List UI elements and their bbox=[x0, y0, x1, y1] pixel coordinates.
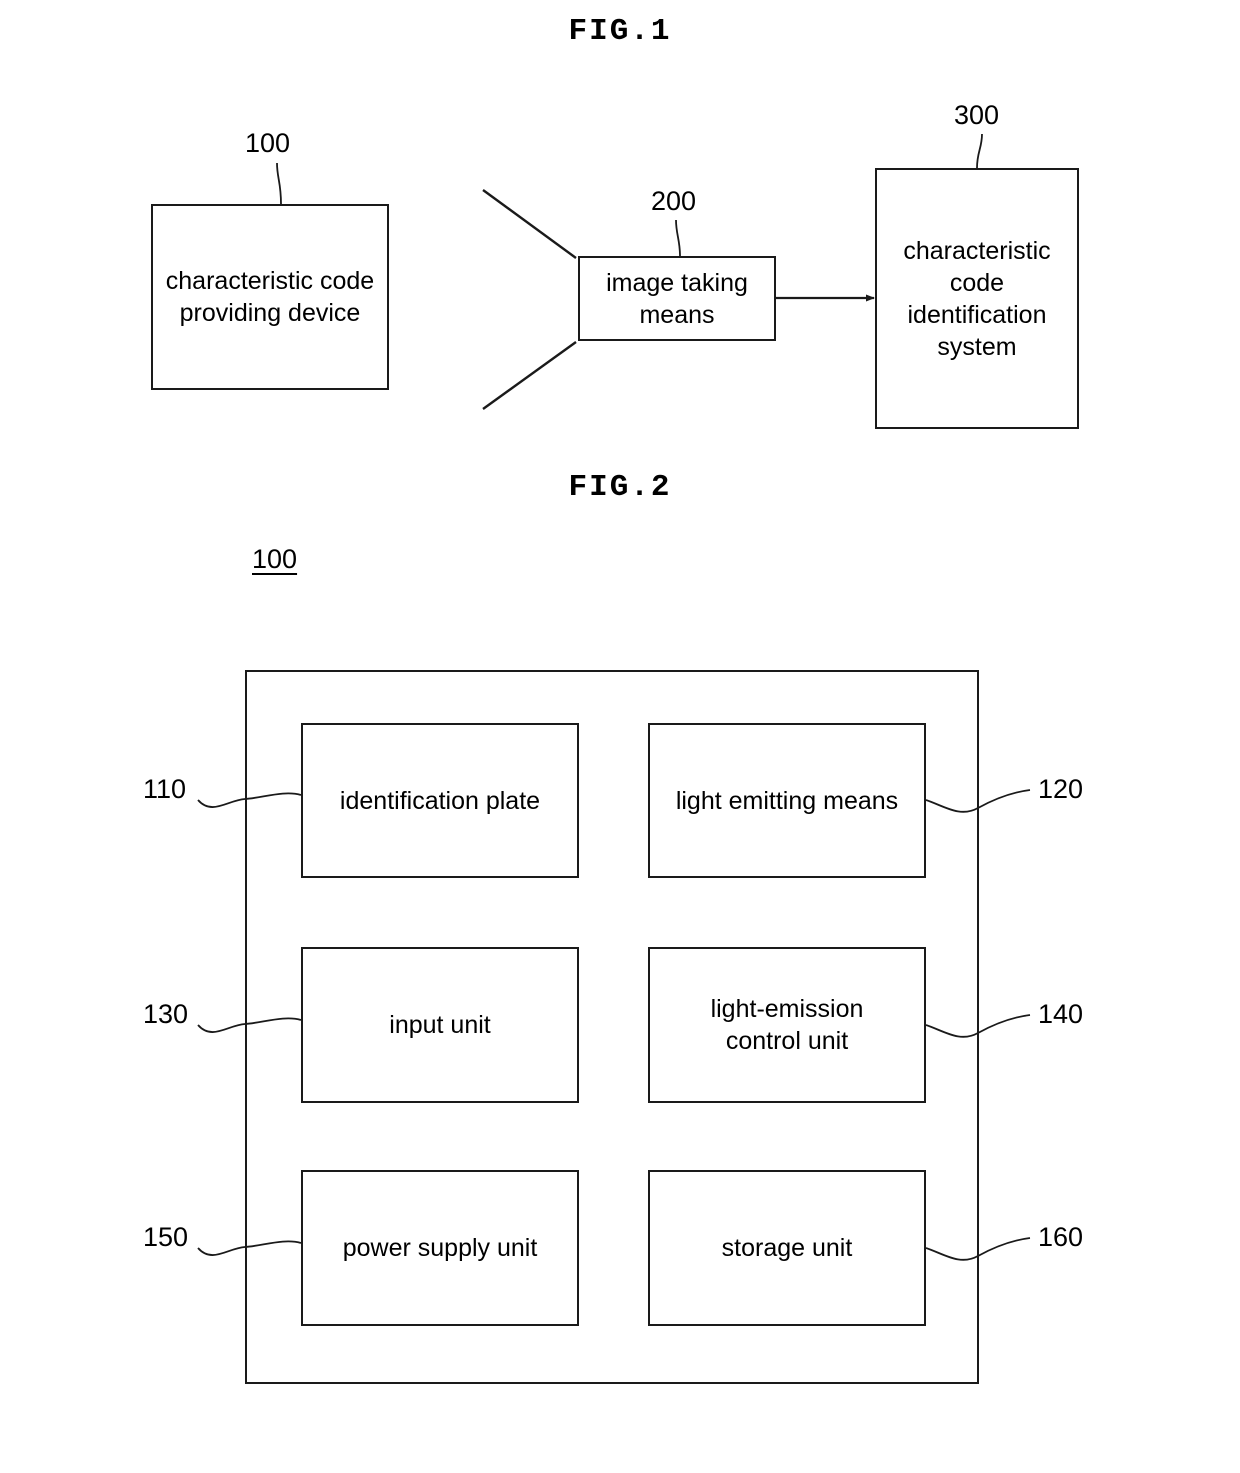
reference-numeral-300: 300 bbox=[954, 100, 1000, 130]
leader-line-100 bbox=[276, 162, 282, 205]
patent-drawing-sheet: FIG.1 characteristic code providing devi… bbox=[0, 0, 1240, 1473]
field-of-view-line-upper bbox=[482, 189, 577, 259]
block-light-emission-control-unit: light-emission control unit bbox=[648, 947, 926, 1103]
block-identification-plate: identification plate bbox=[301, 723, 579, 878]
block-light-emitting-means: light emitting means bbox=[648, 723, 926, 878]
block-power-supply-unit: power supply unit bbox=[301, 1170, 579, 1326]
block-label-160: storage unit bbox=[721, 1234, 853, 1262]
leader-line-200 bbox=[675, 219, 681, 257]
reference-numeral-130: 130 bbox=[143, 999, 189, 1029]
block-label-130: input unit bbox=[389, 1011, 491, 1039]
block-input-unit: input unit bbox=[301, 947, 579, 1103]
field-of-view-line-lower bbox=[482, 341, 577, 410]
block-characteristic-code-identification-system: characteristic code identification syste… bbox=[875, 168, 1079, 429]
reference-numeral-200: 200 bbox=[651, 186, 697, 216]
block-image-taking-means: image taking means bbox=[578, 256, 776, 341]
reference-numeral-140: 140 bbox=[1038, 999, 1084, 1029]
block-label-100: characteristic code providing device bbox=[165, 267, 375, 327]
reference-numeral-100: 100 bbox=[245, 128, 291, 158]
block-label-150: power supply unit bbox=[342, 1234, 538, 1262]
leader-line-300 bbox=[976, 133, 983, 169]
block-label-300: characteristic code identification syste… bbox=[903, 236, 1051, 361]
figure-1-title: FIG.1 bbox=[568, 14, 672, 49]
block-label-140: light-emission control unit bbox=[710, 995, 864, 1055]
block-storage-unit: storage unit bbox=[648, 1170, 926, 1326]
figure-2-title: FIG.2 bbox=[568, 470, 672, 505]
reference-numeral-fig2-100: 100 bbox=[252, 544, 298, 574]
reference-numeral-110: 110 bbox=[143, 774, 187, 804]
reference-numeral-150: 150 bbox=[143, 1222, 189, 1252]
reference-numeral-120: 120 bbox=[1038, 774, 1084, 804]
block-label-200: image taking means bbox=[606, 268, 748, 329]
block-label-110: identification plate bbox=[339, 786, 541, 815]
block-label-120: light emitting means bbox=[675, 786, 899, 815]
reference-numeral-160: 160 bbox=[1038, 1222, 1084, 1252]
block-characteristic-code-providing-device: characteristic code providing device bbox=[151, 204, 389, 390]
